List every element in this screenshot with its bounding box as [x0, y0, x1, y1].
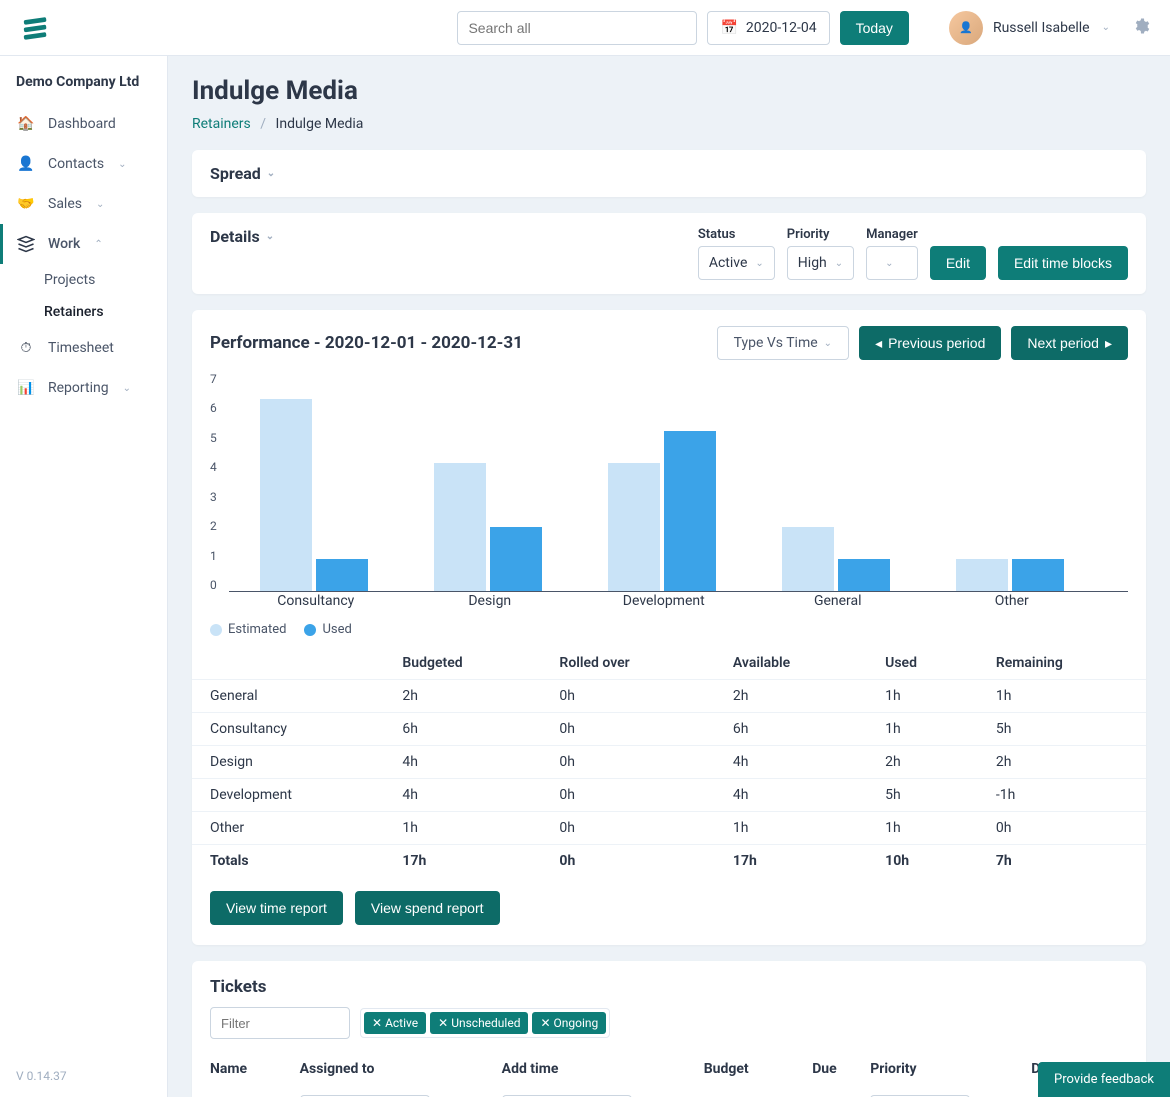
avatar[interactable]: 👤 [949, 11, 983, 45]
table-row: Design ✕RI + 5h logged Me [192, 1087, 1146, 1097]
chevron-down-icon: ⌄ [755, 258, 763, 269]
spread-title: Spread [210, 164, 261, 183]
details-header[interactable]: Details ⌄ [210, 227, 274, 246]
chevron-down-icon: ⌄ [96, 199, 104, 210]
sidebar-item-sales[interactable]: 🤝 Sales ⌄ [0, 184, 167, 224]
filter-tag[interactable]: ✕ Active [364, 1012, 426, 1034]
manager-label: Manager [866, 227, 918, 242]
sidebar-item-label: Dashboard [48, 116, 116, 132]
page-title: Indulge Media [192, 76, 1146, 106]
chevron-left-icon: ◂ [875, 335, 882, 352]
sidebar-item-label: Work [48, 236, 80, 252]
sidebar-item-label: Contacts [48, 156, 104, 172]
sidebar-item-dashboard[interactable]: 🏠 Dashboard [0, 104, 167, 144]
priority-value: High [798, 255, 827, 271]
chart-y-axis: 76543210 [210, 368, 229, 608]
breadcrumb: Retainers / Indulge Media [192, 116, 1146, 132]
chevron-down-icon: ⌄ [824, 338, 832, 349]
sidebar-item-label: Timesheet [48, 340, 114, 356]
chevron-down-icon: ⌄ [885, 258, 893, 269]
performance-table: BudgetedRolled overAvailableUsedRemainin… [192, 647, 1146, 877]
ticket-filter-input[interactable] [210, 1007, 350, 1039]
next-label: Next period [1027, 335, 1099, 351]
chart-plot: ConsultancyDesignDevelopmentGeneralOther [229, 368, 1128, 592]
chevron-down-icon: ⌄ [1102, 22, 1110, 33]
sidebar-item-timesheet[interactable]: ⏱ Timesheet [0, 328, 167, 368]
chart-view-select[interactable]: Type Vs Time ⌄ [717, 326, 849, 360]
performance-title: Performance - 2020-12-01 - 2020-12-31 [210, 333, 523, 353]
next-period-button[interactable]: Next period ▸ [1011, 326, 1128, 360]
close-icon[interactable]: ✕ [438, 1016, 448, 1030]
due-value [812, 1087, 870, 1097]
chevron-down-icon: ⌄ [123, 383, 131, 394]
edit-button[interactable]: Edit [930, 246, 986, 280]
sidebar-item-label: Reporting [48, 380, 109, 396]
sidebar-item-label: Sales [48, 196, 82, 212]
filter-tag[interactable]: ✕ Unscheduled [430, 1012, 528, 1034]
sidebar-subitem-projects[interactable]: Projects [0, 264, 167, 296]
chevron-down-icon: ⌄ [118, 159, 126, 170]
user-name[interactable]: Russell Isabelle [993, 20, 1090, 36]
chart-view-label: Type Vs Time [734, 335, 818, 351]
status-value: Active [709, 255, 748, 271]
sidebar-item-contacts[interactable]: 👤 Contacts ⌄ [0, 144, 167, 184]
ticket-filter-tags: ✕ Active✕ Unscheduled✕ Ongoing [360, 1008, 610, 1038]
sidebar-subitem-retainers[interactable]: Retainers [0, 296, 167, 328]
logo-icon[interactable] [20, 13, 50, 43]
spread-header[interactable]: Spread ⌄ [192, 150, 1146, 197]
manager-select[interactable]: ⌄ [866, 246, 918, 280]
today-button[interactable]: Today [840, 11, 909, 45]
chevron-up-icon: ⌃ [94, 239, 102, 250]
provide-feedback-button[interactable]: Provide feedback [1038, 1062, 1170, 1097]
date-picker[interactable]: 📅 2020-12-04 [707, 11, 829, 45]
legend-item-used: Used [304, 622, 351, 637]
work-icon [16, 234, 36, 254]
priority-label: Priority [787, 227, 854, 242]
close-icon[interactable]: ✕ [540, 1016, 550, 1030]
sidebar-item-reporting[interactable]: 📊 Reporting ⌄ [0, 368, 167, 408]
legend-item-estimated: Estimated [210, 622, 286, 637]
chevron-down-icon: ⌄ [267, 168, 275, 179]
previous-period-button[interactable]: ◂ Previous period [859, 326, 1001, 360]
company-name: Demo Company Ltd [0, 74, 167, 104]
status-select[interactable]: Active ⌄ [698, 246, 775, 280]
budget-value: 5h logged [704, 1087, 813, 1097]
timesheet-icon: ⏱ [16, 338, 36, 358]
chevron-down-icon: ⌄ [835, 258, 843, 269]
dashboard-icon: 🏠 [16, 114, 36, 134]
gear-icon[interactable] [1132, 17, 1150, 39]
priority-select[interactable]: High ⌄ [787, 246, 854, 280]
breadcrumb-current: Indulge Media [276, 116, 364, 132]
search-input[interactable] [457, 11, 697, 45]
sales-icon: 🤝 [16, 194, 36, 214]
tickets-title: Tickets [192, 961, 1146, 1007]
close-icon[interactable]: ✕ [372, 1016, 382, 1030]
chevron-right-icon: ▸ [1105, 335, 1112, 352]
breadcrumb-root[interactable]: Retainers [192, 116, 251, 132]
view-time-report-button[interactable]: View time report [210, 891, 343, 925]
chevron-down-icon: ⌄ [266, 231, 274, 242]
contacts-icon: 👤 [16, 154, 36, 174]
edit-time-blocks-button[interactable]: Edit time blocks [998, 246, 1128, 280]
status-label: Status [698, 227, 775, 242]
view-spend-report-button[interactable]: View spend report [355, 891, 500, 925]
calendar-icon: 📅 [720, 20, 737, 36]
sidebar-item-work[interactable]: Work ⌃ [0, 224, 167, 264]
filter-tag[interactable]: ✕ Ongoing [532, 1012, 606, 1034]
prev-label: Previous period [888, 335, 985, 351]
date-value: 2020-12-04 [746, 20, 817, 36]
reporting-icon: 📊 [16, 378, 36, 398]
version-label: V 0.14.37 [0, 1055, 167, 1097]
details-title: Details [210, 227, 260, 246]
tickets-table: NameAssigned toAdd timeBudgetDuePriority… [192, 1051, 1146, 1097]
